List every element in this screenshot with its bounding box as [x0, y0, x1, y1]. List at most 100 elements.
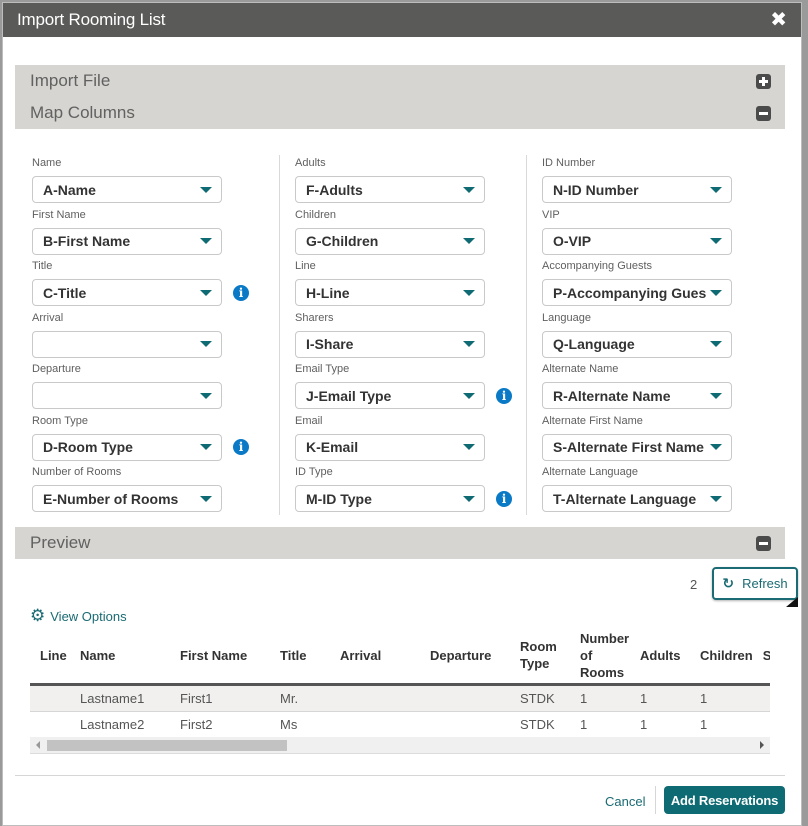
column-header[interactable]: Children [690, 628, 753, 686]
select-value: Q-Language [553, 336, 635, 352]
table-cell: Mr. [270, 684, 330, 712]
column-header[interactable]: Sh [752, 628, 770, 686]
close-icon[interactable]: ✖ [770, 10, 787, 30]
select-value: G-Children [306, 233, 379, 249]
column-select[interactable]: E-Number of Rooms [32, 485, 222, 512]
column-select[interactable]: N-ID Number [542, 176, 732, 203]
table-row[interactable]: Lastname2 First2 Ms STDK 1 1 1 [30, 711, 770, 739]
chevron-down-icon[interactable] [463, 341, 475, 347]
field-row: N-ID Number [542, 176, 732, 203]
select-value: M-ID Type [306, 490, 372, 507]
chevron-down-icon[interactable] [463, 392, 475, 399]
column-header[interactable]: Arrival [330, 628, 420, 686]
section-preview-label: Preview [30, 533, 91, 552]
info-icon[interactable]: i [233, 439, 249, 455]
field-label: Adults [295, 157, 326, 169]
column-select[interactable]: D-Room Type [32, 433, 222, 461]
chevron-down-icon[interactable] [200, 341, 212, 347]
column-select[interactable]: M-ID Type [295, 485, 485, 512]
column-select[interactable]: G-Children [295, 227, 485, 255]
chevron-down-icon[interactable] [463, 495, 475, 502]
minus-icon[interactable] [756, 535, 771, 551]
column-select[interactable]: A-Name [32, 176, 222, 203]
field-label: Title [32, 260, 53, 272]
field-label: Alternate First Name [542, 414, 643, 427]
column-select[interactable] [32, 382, 222, 409]
column-select[interactable]: C-Title [32, 279, 222, 306]
section-import-file[interactable]: Import File [15, 65, 785, 97]
column-select[interactable]: I-Share [295, 330, 485, 358]
select-value: D-Room Type [43, 439, 133, 455]
chevron-down-icon[interactable] [463, 444, 475, 450]
column-select[interactable]: P-Accompanying Guests [542, 279, 732, 306]
select-value: S-Alternate First Name [553, 439, 704, 455]
column-select[interactable]: F-Adults [295, 176, 485, 203]
chevron-down-icon[interactable] [463, 289, 475, 296]
scrollbar-thumb[interactable] [47, 740, 287, 751]
info-icon[interactable]: i [233, 284, 249, 301]
scroll-left-arrow-icon[interactable] [36, 741, 40, 749]
chevron-down-icon[interactable] [200, 289, 212, 296]
table-row[interactable]: Lastname1 First1 Mr. STDK 1 1 1 [30, 684, 770, 712]
chevron-down-icon[interactable] [710, 392, 722, 399]
column-select[interactable]: R-Alternate Name [542, 382, 732, 409]
scroll-right-arrow-icon[interactable] [760, 741, 764, 749]
mapping-field: Departure [32, 361, 249, 413]
table-cell: Lastname1 [70, 684, 170, 712]
plus-icon[interactable] [756, 73, 771, 89]
column-select[interactable]: H-Line [295, 279, 485, 306]
column-select[interactable]: Q-Language [542, 330, 732, 358]
section-map-columns[interactable]: Map Columns [15, 97, 785, 129]
column-header[interactable]: Line [30, 628, 70, 686]
chevron-down-icon[interactable] [710, 238, 722, 244]
chevron-down-icon[interactable] [710, 289, 722, 296]
table-cell: Lastname2 [70, 711, 170, 739]
chevron-down-icon[interactable] [200, 495, 212, 502]
chevron-down-icon[interactable] [710, 341, 722, 347]
table-cell: First2 [170, 711, 270, 739]
field-label: Number of Rooms [32, 466, 122, 478]
column-select[interactable]: S-Alternate First Name [542, 433, 732, 461]
field-row: F-Adults [295, 176, 512, 203]
chevron-down-icon[interactable] [200, 444, 212, 450]
horizontal-scrollbar[interactable] [30, 737, 770, 754]
column-header[interactable]: Title [270, 628, 330, 686]
column-select[interactable]: J-Email Type [295, 382, 485, 409]
column-header[interactable]: Room Type [510, 628, 570, 686]
table-cell: STDK [510, 684, 570, 712]
chevron-down-icon[interactable] [710, 444, 722, 450]
table-cell: 1 [690, 711, 753, 739]
column-select[interactable] [32, 330, 222, 358]
column-header[interactable]: Number of Rooms [570, 628, 630, 686]
select-value: J-Email Type [306, 387, 392, 404]
chevron-down-icon[interactable] [200, 238, 212, 244]
field-label: Email Type [295, 363, 350, 375]
cancel-button[interactable]: Cancel [605, 794, 645, 809]
chevron-down-icon[interactable] [200, 392, 212, 399]
table-cell: 1 [630, 711, 690, 739]
chevron-down-icon[interactable] [710, 495, 722, 502]
column-header[interactable]: Departure [420, 628, 510, 686]
view-options-link[interactable]: ⚙ View Options [30, 606, 127, 626]
column-select[interactable]: O-VIP [542, 227, 732, 255]
refresh-button[interactable]: ↻ Refresh [712, 567, 798, 600]
field-row: M-ID Type i [295, 485, 512, 512]
minus-icon[interactable] [756, 105, 771, 121]
chevron-down-icon[interactable] [463, 238, 475, 244]
column-select[interactable]: K-Email [295, 433, 485, 461]
info-icon[interactable]: i [496, 490, 512, 507]
field-label: Name [32, 157, 62, 169]
column-select[interactable]: B-First Name [32, 227, 222, 255]
info-icon[interactable]: i [496, 387, 512, 404]
column-header[interactable]: Adults [630, 628, 690, 686]
section-preview[interactable]: Preview [15, 527, 785, 559]
add-reservations-button[interactable]: Add Reservations [664, 786, 785, 814]
column-header[interactable]: Name [70, 628, 170, 686]
mapping-field: First Name B-First Name [32, 207, 249, 259]
column-select[interactable]: T-Alternate Language [542, 485, 732, 512]
chevron-down-icon[interactable] [463, 186, 475, 193]
chevron-down-icon[interactable] [710, 186, 722, 193]
chevron-down-icon[interactable] [200, 186, 212, 193]
column-header[interactable]: First Name [170, 628, 270, 686]
field-row: G-Children [295, 227, 512, 255]
